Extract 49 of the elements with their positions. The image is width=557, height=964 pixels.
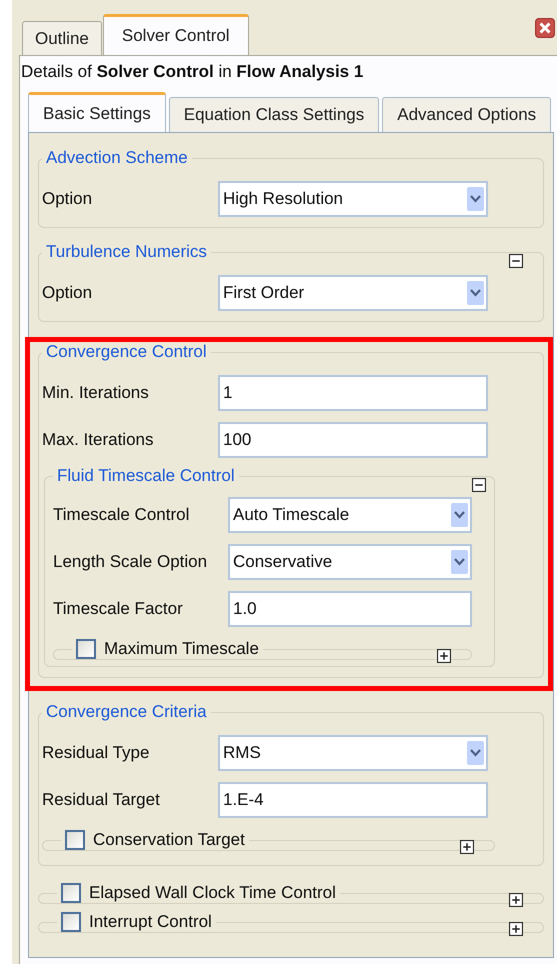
chevron-down-icon — [451, 502, 468, 528]
field-label: Timescale Factor — [53, 599, 184, 619]
expand-icon[interactable] — [437, 649, 451, 663]
section-title: Advection Scheme — [46, 148, 188, 167]
checkbox[interactable] — [61, 912, 81, 932]
collapse-icon[interactable] — [472, 478, 486, 492]
field-label: Option — [42, 189, 94, 209]
input-field[interactable]: 1.E-4 — [218, 782, 488, 818]
expand-icon[interactable] — [509, 893, 523, 907]
field-label: Length Scale Option — [53, 552, 208, 572]
dropdown[interactable]: Conservative — [228, 544, 472, 580]
option-label: Conservation Target — [93, 830, 245, 850]
close-icon[interactable] — [535, 18, 555, 38]
field-label: Residual Type — [42, 743, 150, 763]
panel-tab[interactable]: Outline — [22, 21, 102, 55]
field-label: Max. Iterations — [42, 430, 154, 450]
section-title: Convergence Control — [46, 342, 207, 361]
dropdown[interactable]: RMS — [218, 735, 488, 771]
field-label: Residual Target — [42, 790, 161, 810]
option-label: Elapsed Wall Clock Time Control — [89, 883, 336, 903]
chevron-down-icon — [451, 549, 468, 575]
input-field[interactable]: 100 — [218, 422, 488, 458]
expand-icon[interactable] — [509, 922, 523, 936]
chevron-down-icon — [467, 280, 484, 306]
dropdown[interactable]: Auto Timescale — [228, 497, 472, 533]
checkbox[interactable] — [61, 883, 81, 903]
collapse-icon[interactable] — [509, 254, 523, 268]
chevron-down-icon — [467, 186, 484, 212]
settings-tab[interactable]: Basic Settings — [28, 92, 166, 132]
settings-tab[interactable]: Equation Class Settings — [168, 97, 380, 132]
checkbox[interactable] — [65, 830, 85, 850]
input-field[interactable]: 1.0 — [228, 591, 472, 627]
input-field[interactable]: 1 — [218, 375, 488, 411]
field-label: Timescale Control — [53, 505, 190, 525]
group-title: Fluid Timescale Control — [57, 466, 235, 485]
section-title: Convergence Criteria — [46, 702, 207, 721]
checkbox[interactable] — [76, 639, 96, 659]
settings-tab[interactable]: Advanced Options — [382, 97, 552, 132]
option-label: Interrupt Control — [89, 912, 212, 932]
section-title: Turbulence Numerics — [46, 242, 207, 261]
option-label: Maximum Timescale — [104, 639, 259, 659]
expand-icon[interactable] — [460, 840, 474, 854]
details-title: Details of Solver Control in Flow Analysis 1 — [20, 61, 364, 83]
chevron-down-icon — [467, 740, 484, 766]
field-label: Min. Iterations — [42, 383, 150, 403]
field-label: Option — [42, 283, 94, 303]
panel-tab[interactable]: Solver Control — [102, 14, 249, 55]
dropdown[interactable]: High Resolution — [218, 181, 488, 217]
dropdown[interactable]: First Order — [218, 275, 488, 311]
